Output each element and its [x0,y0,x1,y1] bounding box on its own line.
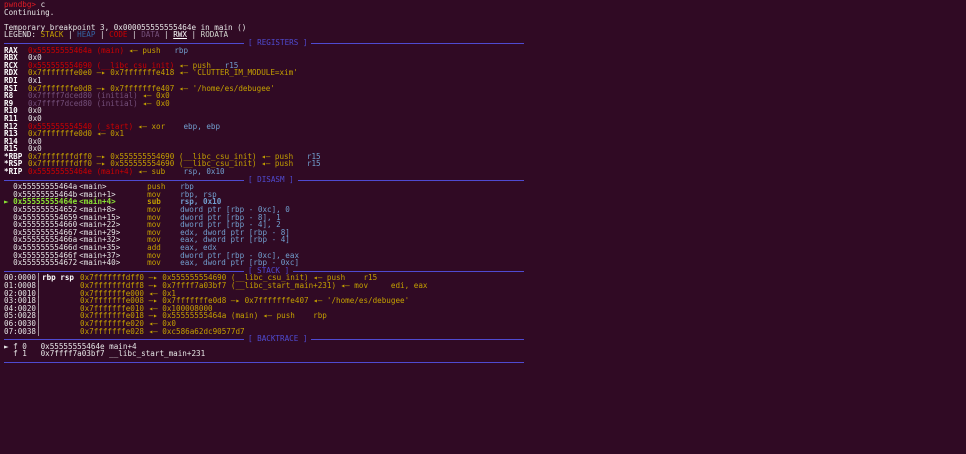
backtrace-title: [ BACKTRACE ] [244,335,312,343]
disasm-row: 0x555555554672 <main+40> mov eax, dword ptr… [4,259,962,267]
register-row: RAX 0x55555555464a (main) ◂— push rbp [4,46,962,55]
register-row: R9 0x7ffff7dced80 (initial) ◂— 0x0 [4,99,962,108]
disasm-panel: 0x55555555464a <main> push rbp 0x5555555546… [4,183,962,267]
stack-register: rbp rsp [42,273,75,283]
continuing-text: Continuing. [4,7,55,17]
instruction-address: 0x555555554672 [13,258,78,268]
register-row: R12 0x555555554540 (_start) ◂— xor ebp, e… [4,122,962,131]
register-row: R10 0x0 [4,107,962,115]
bottom-separator [4,358,962,366]
backtrace-separator: [ BACKTRACE ] [4,335,962,343]
register-row: RDX 0x7fffffffe0e0 —▸ 0x7fffffffe418 ◂— '… [4,69,962,77]
command-line: pwndbg> c [4,1,962,9]
disasm-title: [ DISASM ] [244,176,298,184]
terminal-window[interactable]: pwndbg> c Continuing. Temporary breakpoi… [0,0,966,454]
instruction-mnemonic: mov [147,258,161,268]
instruction-label: <main+40> [79,258,121,268]
registers-title: [ REGISTERS ] [244,39,312,47]
legend-line: LEGEND: STACK | HEAP | CODE | DATA | RWX… [4,30,229,40]
stack-row: 07:0038│ 0x7fffffffe028 ◂— 0xc586a62dc905… [4,326,962,336]
register-row: R13 0x7fffffffe0d0 ◂— 0x1 [4,130,962,138]
backtrace-frame: f 1 0x7ffff7a03bf7 __libc_start_main+231 [4,350,962,358]
backtrace-panel: ► f 0 0x55555555464e main+4 f 1 0x7ffff7… [4,342,962,358]
register-row: R14 0x0 [4,137,962,146]
stack-offset: 07:0038│ [4,326,41,336]
register-row: *RIP 0x55555555464e (main+4) ◂— sub rsp, … [4,168,962,176]
registers-panel: RAX 0x55555555464a (main) ◂— push rbp RBX 0… [4,46,962,176]
register-name: *RIP [4,167,23,177]
stack-panel: 00:0000│rbp rsp 0x7fffffffdff0 —▸ 0x55555… [4,274,962,335]
